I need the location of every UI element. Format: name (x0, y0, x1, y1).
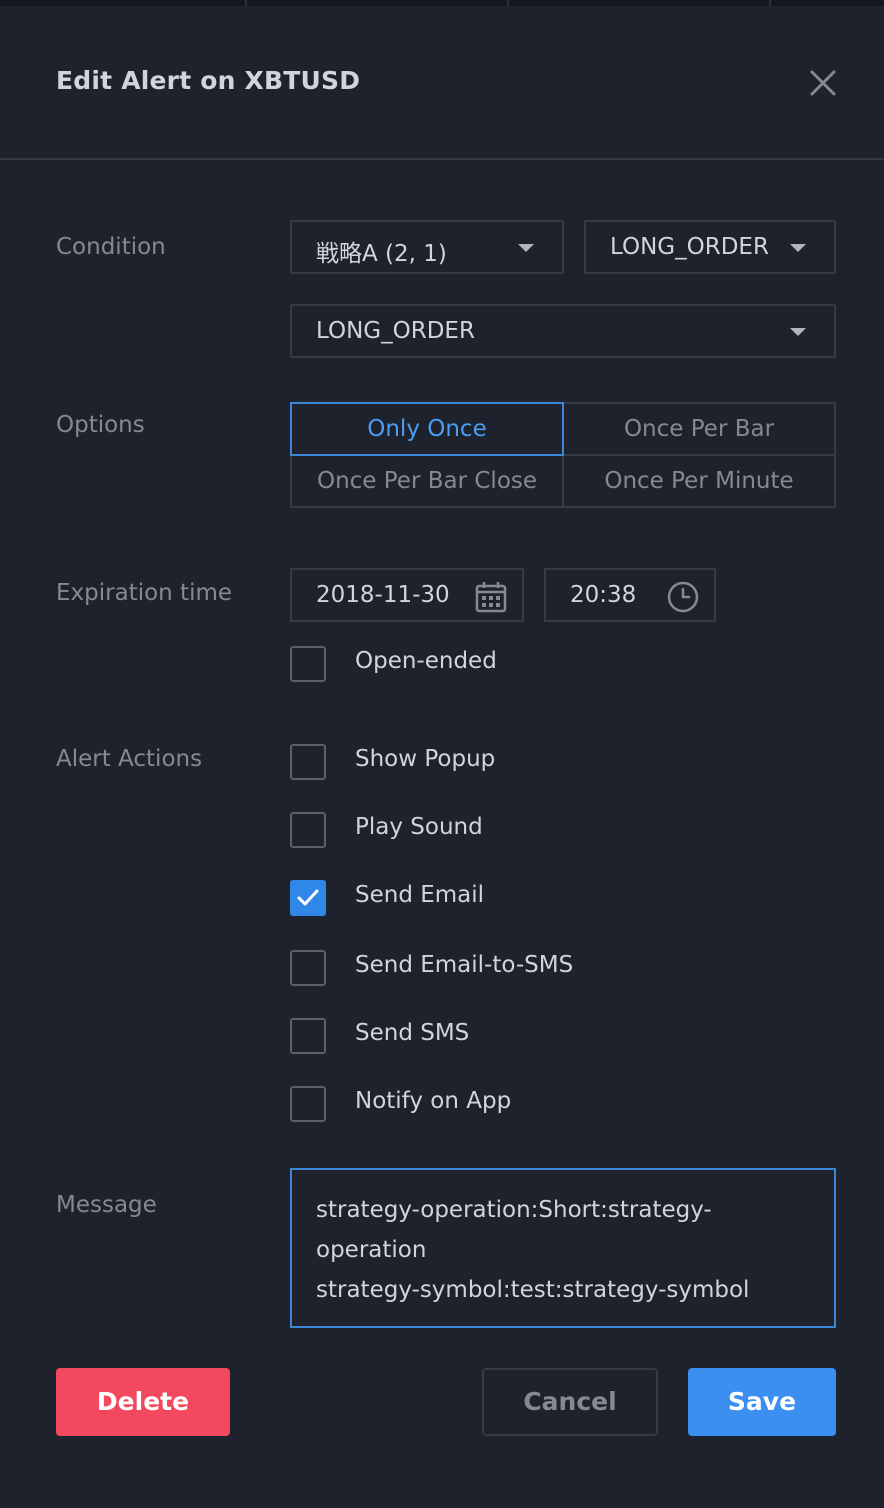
condition-field-value: LONG_ORDER (610, 234, 769, 260)
condition-value-text: LONG_ORDER (316, 318, 475, 344)
show-popup-label: Show Popup (355, 746, 496, 772)
play-sound-checkbox[interactable] (290, 812, 326, 848)
show-popup-checkbox[interactable] (290, 744, 326, 780)
condition-source-select[interactable]: 戦略A (2, 1) (290, 220, 564, 274)
option-once-per-bar[interactable]: Once Per Bar (562, 402, 836, 456)
send-sms-label: Send SMS (355, 1020, 470, 1046)
chevron-down-icon (518, 244, 534, 252)
open-ended-label: Open-ended (355, 648, 497, 674)
delete-button[interactable]: Delete (56, 1368, 230, 1436)
send-email-to-sms-checkbox[interactable] (290, 950, 326, 986)
alert-actions-label: Alert Actions (56, 746, 203, 772)
notify-on-app-checkbox[interactable] (290, 1086, 326, 1122)
condition-label: Condition (56, 234, 166, 260)
send-email-to-sms-label: Send Email-to-SMS (355, 952, 574, 978)
condition-field-select[interactable]: LONG_ORDER (584, 220, 836, 274)
close-icon[interactable] (806, 66, 840, 100)
option-once-per-bar-close[interactable]: Once Per Bar Close (290, 454, 564, 508)
expiration-label: Expiration time (56, 580, 233, 606)
expiration-time-input[interactable]: 20:38 (544, 568, 716, 622)
send-email-checkbox[interactable] (290, 880, 326, 916)
send-email-label: Send Email (355, 882, 485, 908)
clock-icon[interactable] (666, 580, 700, 620)
chevron-down-icon (790, 328, 806, 336)
dialog-title: Edit Alert on XBTUSD (56, 66, 361, 95)
check-icon (297, 889, 319, 906)
dialog-header: Edit Alert on XBTUSD (0, 6, 884, 160)
play-sound-label: Play Sound (355, 814, 483, 840)
condition-value-select[interactable]: LONG_ORDER (290, 304, 836, 358)
save-button[interactable]: Save (688, 1368, 836, 1436)
options-label: Options (56, 412, 145, 438)
send-sms-checkbox[interactable] (290, 1018, 326, 1054)
expiration-date-value: 2018-11-30 (316, 582, 450, 608)
message-label: Message (56, 1192, 157, 1218)
open-ended-checkbox[interactable] (290, 646, 326, 682)
chevron-down-icon (790, 244, 806, 252)
message-textarea[interactable]: strategy-operation:Short:strategy-operat… (290, 1168, 836, 1328)
calendar-icon[interactable] (474, 580, 508, 620)
notify-on-app-label: Notify on App (355, 1088, 512, 1114)
expiration-date-input[interactable]: 2018-11-30 (290, 568, 524, 622)
cancel-button[interactable]: Cancel (482, 1368, 658, 1436)
option-only-once[interactable]: Only Once (290, 402, 564, 456)
condition-source-value: 戦略A (2, 1) (316, 241, 447, 267)
expiration-time-value: 20:38 (570, 582, 637, 608)
option-once-per-minute[interactable]: Once Per Minute (562, 454, 836, 508)
